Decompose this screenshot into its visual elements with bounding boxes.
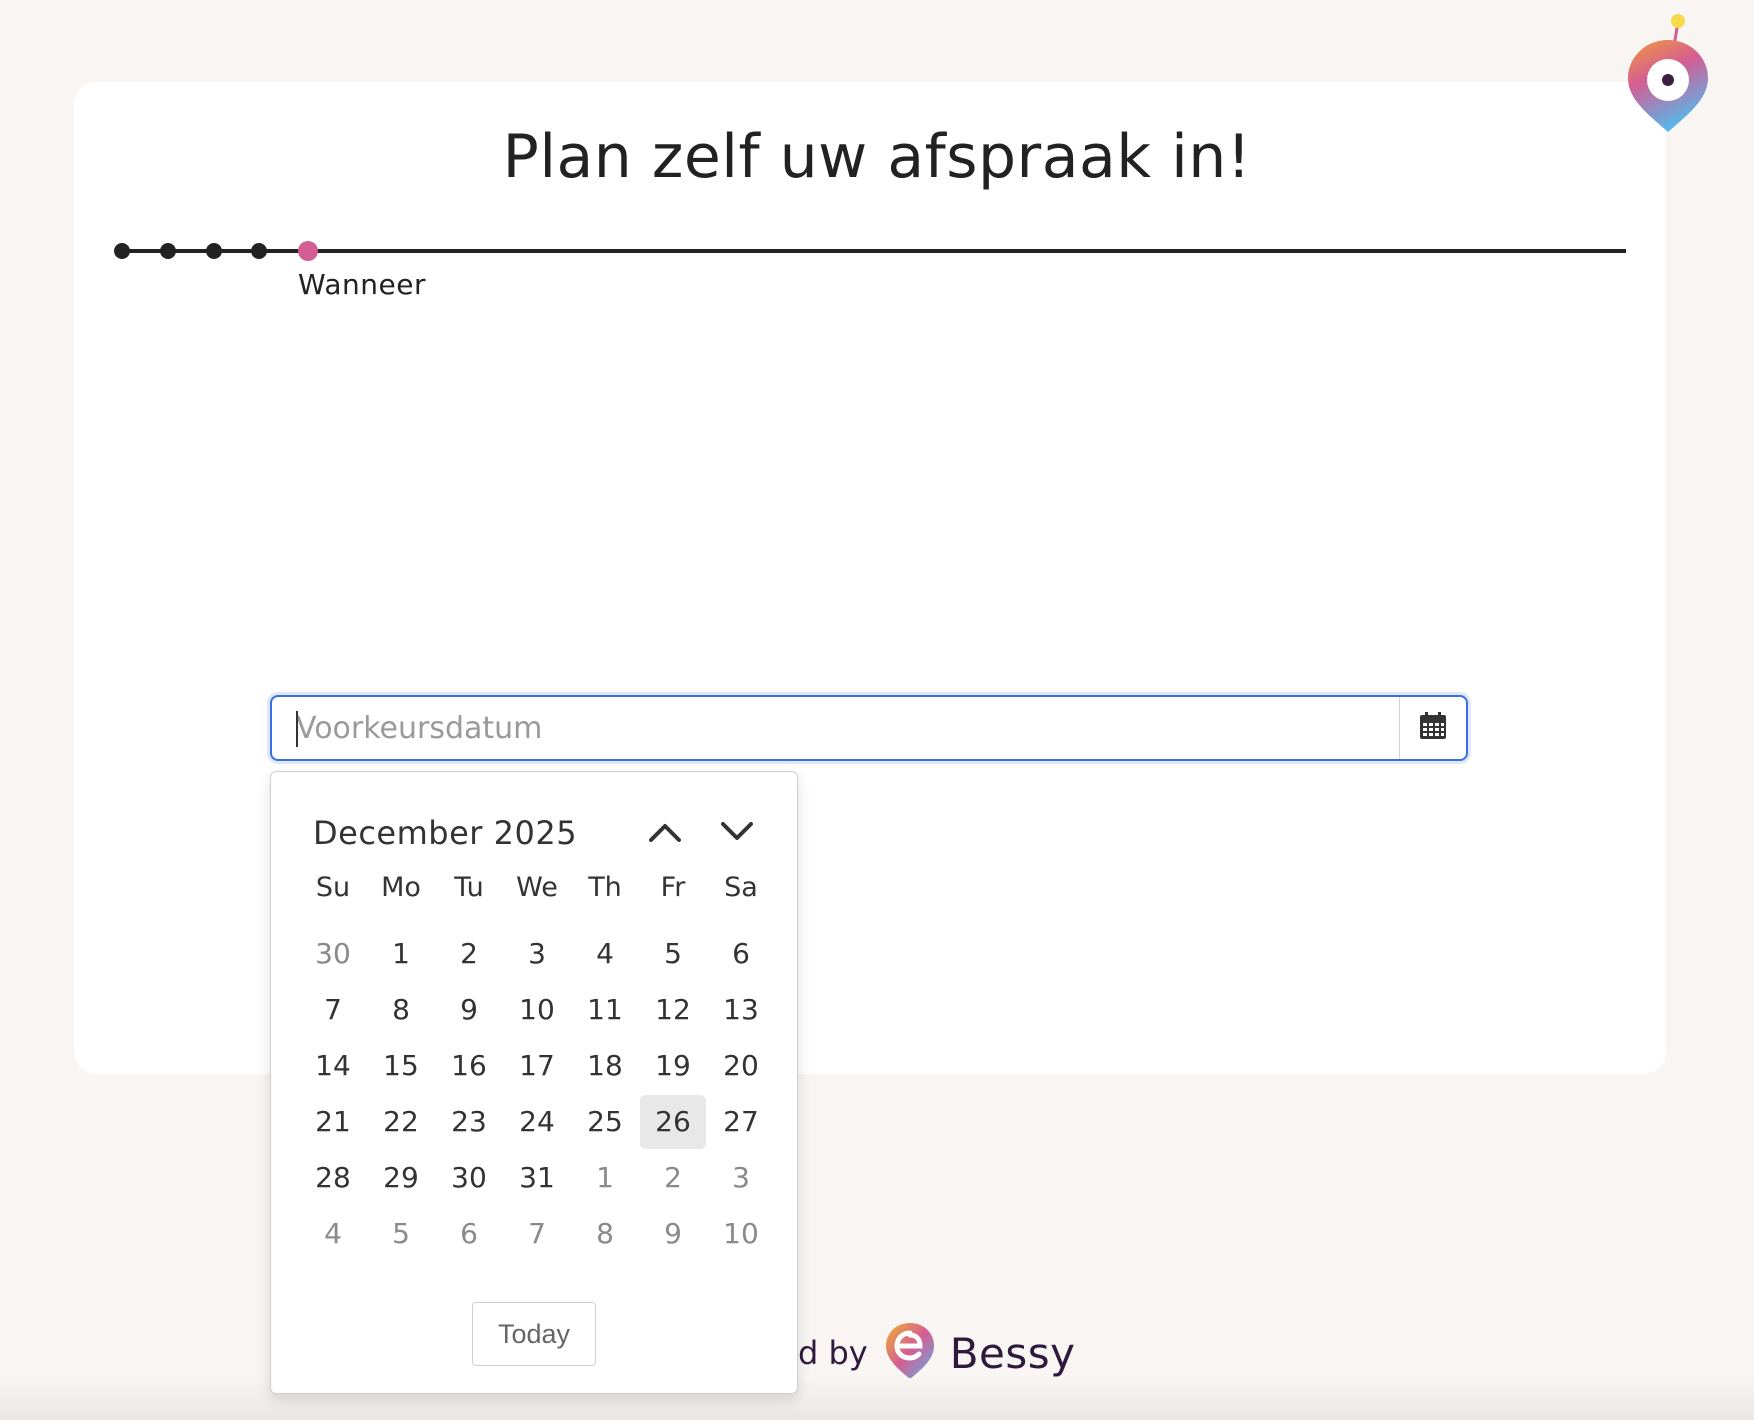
progress-step-3[interactable]: [206, 243, 222, 259]
calendar-day[interactable]: 17: [504, 1039, 570, 1093]
progress-step-1[interactable]: [114, 243, 130, 259]
weekday-label: Su: [315, 872, 351, 903]
calendar-day[interactable]: 15: [368, 1039, 434, 1093]
calendar-week-2: 7 8 9 10 11 12 13: [299, 983, 775, 1037]
calendar-day[interactable]: 6: [436, 1207, 502, 1261]
calendar-day[interactable]: 8: [572, 1207, 638, 1261]
calendar-day[interactable]: 1: [368, 927, 434, 981]
calendar-day[interactable]: 21: [300, 1095, 366, 1149]
progress-step-active: [298, 241, 318, 261]
calendar-day[interactable]: 19: [640, 1039, 706, 1093]
calendar-day[interactable]: 4: [572, 927, 638, 981]
calendar-day[interactable]: 12: [640, 983, 706, 1037]
chevron-up-icon: [648, 821, 682, 847]
datepicker-month-label: December 2025: [313, 814, 578, 852]
calendar-day[interactable]: 14: [300, 1039, 366, 1093]
footer-brand: Bessy: [949, 1328, 1076, 1378]
calendar-day[interactable]: 29: [368, 1151, 434, 1205]
calendar-day[interactable]: 28: [300, 1151, 366, 1205]
calendar-day[interactable]: 1: [572, 1151, 638, 1205]
weekday-label: Fr: [660, 872, 686, 903]
calendar-week-5: 28 29 30 31 1 2 3: [299, 1151, 775, 1205]
weekday-label: Sa: [724, 872, 758, 903]
calendar-day[interactable]: 18: [572, 1039, 638, 1093]
footer-prefix: d by: [798, 1334, 868, 1372]
calendar-button[interactable]: [1399, 697, 1466, 759]
bessy-logo-icon: [884, 1321, 936, 1385]
calendar-day[interactable]: 7: [300, 983, 366, 1037]
calendar-day[interactable]: 3: [504, 927, 570, 981]
calendar-day[interactable]: 5: [640, 927, 706, 981]
calendar-week-1: 30 1 2 3 4 5 6: [299, 927, 775, 981]
weekday-label: We: [516, 872, 558, 903]
calendar-day[interactable]: 9: [640, 1207, 706, 1261]
calendar-day[interactable]: 4: [300, 1207, 366, 1261]
calendar-day[interactable]: 5: [368, 1207, 434, 1261]
datepicker-popup: December 2025 Su Mo Tu We Th Fr Sa 30 1 …: [270, 771, 798, 1394]
calendar-day[interactable]: 30: [436, 1151, 502, 1205]
calendar-day[interactable]: 16: [436, 1039, 502, 1093]
datepicker-next-button[interactable]: [715, 812, 759, 856]
calendar-day[interactable]: 24: [504, 1095, 570, 1149]
page-title: Plan zelf uw afspraak in!: [502, 122, 1252, 192]
datepicker-prev-button[interactable]: [643, 812, 687, 856]
calendar-day[interactable]: 30: [300, 927, 366, 981]
weekday-label: Mo: [381, 872, 421, 903]
weekday-header: Su Mo Tu We Th Fr Sa: [299, 868, 775, 908]
chevron-down-icon: [720, 821, 754, 847]
date-input[interactable]: [272, 697, 1404, 759]
calendar-day[interactable]: 9: [436, 983, 502, 1037]
calendar-day-today[interactable]: 26: [640, 1095, 706, 1149]
calendar-week-4: 21 22 23 24 25 26 27: [299, 1095, 775, 1149]
calendar-day[interactable]: 11: [572, 983, 638, 1037]
calendar-day[interactable]: 27: [708, 1095, 774, 1149]
text-caret: [296, 711, 298, 747]
calendar-day[interactable]: 2: [436, 927, 502, 981]
calendar-day[interactable]: 3: [708, 1151, 774, 1205]
progress-step-4[interactable]: [251, 243, 267, 259]
weekday-label: Th: [588, 872, 622, 903]
calendar-day[interactable]: 13: [708, 983, 774, 1037]
today-button[interactable]: Today: [472, 1302, 596, 1366]
calendar-day[interactable]: 23: [436, 1095, 502, 1149]
weekday-label: Tu: [454, 872, 484, 903]
calendar-week-3: 14 15 16 17 18 19 20: [299, 1039, 775, 1093]
bessy-pin-icon[interactable]: [1620, 12, 1716, 136]
progress-step-2[interactable]: [160, 243, 176, 259]
bottom-edge-shadow: [0, 1378, 1754, 1420]
calendar-day[interactable]: 2: [640, 1151, 706, 1205]
calendar-day[interactable]: 8: [368, 983, 434, 1037]
calendar-day[interactable]: 25: [572, 1095, 638, 1149]
calendar-day[interactable]: 20: [708, 1039, 774, 1093]
date-field[interactable]: [270, 695, 1468, 761]
calendar-day[interactable]: 22: [368, 1095, 434, 1149]
calendar-icon: [1418, 711, 1448, 745]
calendar-week-6: 4 5 6 7 8 9 10: [299, 1207, 775, 1261]
calendar-day[interactable]: 6: [708, 927, 774, 981]
calendar-day[interactable]: 10: [504, 983, 570, 1037]
calendar-day[interactable]: 7: [504, 1207, 570, 1261]
progress-step-label: Wanneer: [298, 268, 427, 301]
calendar-day[interactable]: 31: [504, 1151, 570, 1205]
progress-track: [122, 249, 1626, 253]
calendar-day[interactable]: 10: [708, 1207, 774, 1261]
